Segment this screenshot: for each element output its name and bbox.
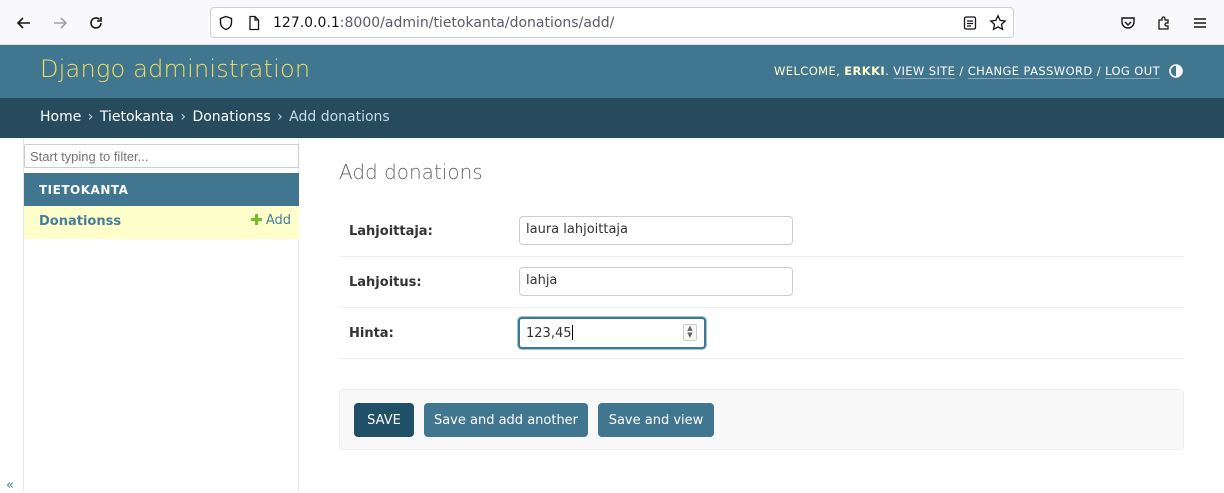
site-header: Django administration WELCOME, ERKKI. VI… <box>0 45 1224 98</box>
breadcrumb-separator: › <box>87 109 94 125</box>
page-info-icon[interactable] <box>245 14 263 32</box>
url-path: :8000/admin/tietokanta/donations/add/ <box>339 15 615 31</box>
menu-button[interactable] <box>1188 11 1212 35</box>
theme-toggle-button[interactable] <box>1168 63 1184 79</box>
change-password-link[interactable]: CHANGE PASSWORD <box>967 64 1093 79</box>
field-label-lahjoittaja: Lahjoittaja: <box>349 224 433 239</box>
bookmark-star-icon[interactable] <box>989 14 1007 32</box>
breadcrumb-model[interactable]: Donationss <box>192 109 270 125</box>
lahjoittaja-input[interactable]: laura lahjoittaja <box>519 216 793 245</box>
form-row-hinta: Hinta: 123,45 ▲ ▼ <box>339 308 1184 359</box>
save-and-view-button[interactable]: Save and view <box>598 403 714 437</box>
extensions-button[interactable] <box>1152 11 1176 35</box>
pocket-icon <box>1121 17 1135 29</box>
url-text[interactable]: 127.0.0.1:8000/admin/tietokanta/donation… <box>273 15 614 31</box>
submit-row: SAVE Save and add another Save and view <box>339 389 1184 450</box>
puzzle-icon <box>1158 16 1169 30</box>
number-spinner[interactable]: ▲ ▼ <box>683 324 697 341</box>
shield-icon[interactable] <box>217 14 235 32</box>
log-out-link[interactable]: LOG OUT <box>1105 64 1160 79</box>
nav-filter-input[interactable] <box>24 144 299 168</box>
reload-button[interactable] <box>84 11 108 35</box>
breadcrumb-separator: › <box>180 109 186 125</box>
save-and-add-another-button[interactable]: Save and add another <box>424 403 588 437</box>
lahjoitus-input[interactable]: lahja <box>519 267 793 296</box>
add-model-link[interactable]: Add <box>250 213 291 228</box>
breadcrumb: Home › Tietokanta › Donationss › Add don… <box>0 98 1224 138</box>
add-link-label: Add <box>265 213 291 228</box>
field-label-hinta: Hinta: <box>349 326 394 341</box>
hinta-input[interactable]: 123,45 ▲ ▼ <box>518 317 706 349</box>
text-cursor <box>571 325 573 340</box>
view-site-link[interactable]: VIEW SITE <box>893 64 956 79</box>
breadcrumb-app[interactable]: Tietokanta <box>100 109 174 125</box>
hamburger-menu-icon <box>1194 18 1206 28</box>
sidebar-item-donationss: Donationss Add <box>24 206 299 239</box>
half-circle-contrast-icon <box>1169 64 1183 78</box>
url-host: 127.0.0.1 <box>273 15 340 31</box>
user-tools: WELCOME, ERKKI. VIEW SITE / CHANGE PASSW… <box>774 64 1160 79</box>
save-button[interactable]: SAVE <box>354 403 414 437</box>
separator: / <box>959 64 964 78</box>
field-label-lahjoitus: Lahjoitus: <box>349 275 422 290</box>
forward-button[interactable] <box>48 11 72 35</box>
reload-icon <box>90 17 102 29</box>
back-arrow-icon <box>16 17 30 29</box>
breadcrumb-current: Add donations <box>289 109 390 125</box>
pocket-button[interactable] <box>1116 11 1140 35</box>
username: ERKKI <box>844 64 886 78</box>
back-button[interactable] <box>12 11 36 35</box>
browser-toolbar: 127.0.0.1:8000/admin/tietokanta/donation… <box>0 0 1224 45</box>
welcome-text: WELCOME, <box>774 64 841 78</box>
app-caption-tietokanta[interactable]: TIETOKANTA <box>24 173 299 206</box>
plus-icon <box>250 214 262 225</box>
forward-arrow-icon <box>54 17 68 29</box>
hinta-value: 123,45 <box>526 326 572 341</box>
nav-sidebar: TIETOKANTA Donationss Add <box>23 138 299 491</box>
reader-view-icon[interactable] <box>961 14 979 32</box>
separator: / <box>1096 64 1102 78</box>
breadcrumb-home[interactable]: Home <box>40 109 81 125</box>
spinner-down-icon[interactable]: ▼ <box>684 332 696 339</box>
address-bar[interactable]: 127.0.0.1:8000/admin/tietokanta/donation… <box>210 7 1014 38</box>
model-link-donationss[interactable]: Donationss <box>39 214 121 229</box>
site-branding[interactable]: Django administration <box>40 55 310 83</box>
page-title: Add donations <box>339 160 483 184</box>
form-row-lahjoittaja: Lahjoittaja: laura lahjoittaja <box>339 206 1184 257</box>
form-row-lahjoitus: Lahjoitus: lahja <box>339 257 1184 308</box>
breadcrumb-separator: › <box>277 109 283 125</box>
